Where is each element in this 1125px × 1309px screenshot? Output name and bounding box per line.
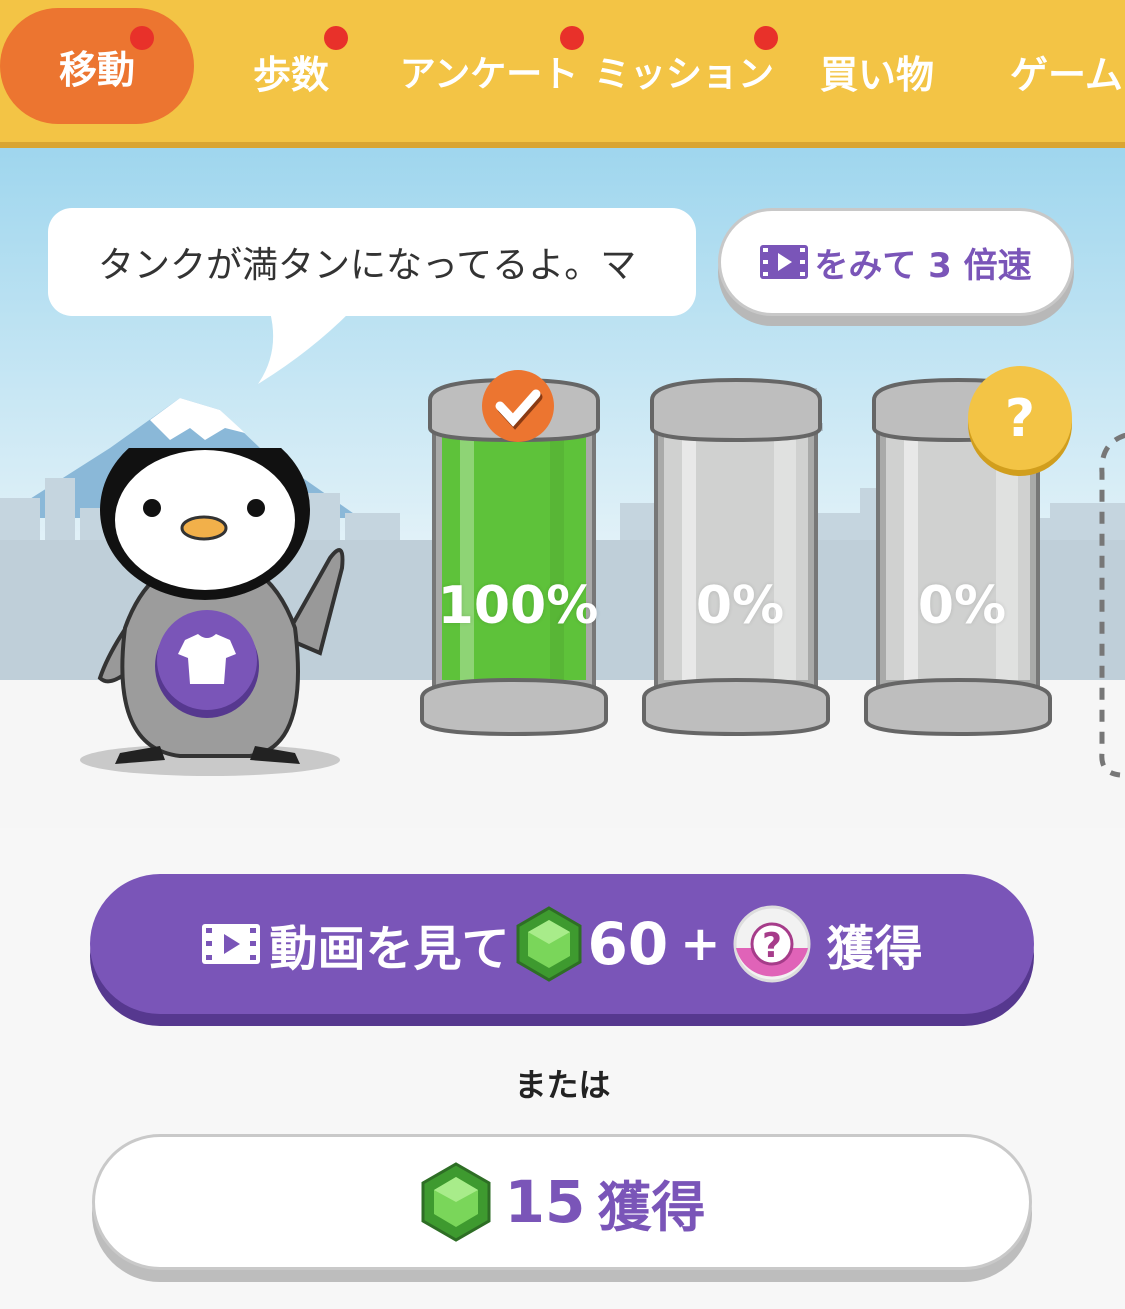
tab-label: アンケート bbox=[399, 54, 579, 95]
tab-label: 歩数 bbox=[252, 52, 329, 97]
svg-text:?: ? bbox=[763, 926, 783, 966]
next-tank-placeholder bbox=[1099, 433, 1125, 778]
mystery-capsule-icon: ? bbox=[733, 905, 811, 983]
gem-icon bbox=[421, 1162, 491, 1242]
speech-text: タンクが満タンになってるよ。マ bbox=[98, 245, 637, 286]
notification-dot bbox=[324, 26, 348, 50]
acquire-label: 獲得 bbox=[826, 921, 923, 977]
video-icon bbox=[760, 245, 809, 279]
notification-dot bbox=[560, 26, 584, 50]
tank-scene: タンクが満タンになってるよ。マ をみて 3 倍速 ? 100% 0% 0% bbox=[0, 148, 1125, 828]
tab-label: 移動 bbox=[58, 47, 135, 92]
penguin-mascot bbox=[80, 448, 345, 776]
svg-text:?: ? bbox=[1005, 389, 1035, 449]
or-text: または bbox=[514, 1066, 611, 1104]
tab-survey[interactable]: アンケート bbox=[396, 0, 584, 142]
question-icon[interactable]: ? bbox=[964, 362, 1080, 478]
tab-steps[interactable]: 歩数 bbox=[236, 0, 348, 142]
acquire-label: 獲得 bbox=[597, 1175, 706, 1239]
gem-amount: 60 bbox=[587, 910, 669, 978]
tab-game[interactable]: ゲーム bbox=[1010, 0, 1125, 142]
tank-2-percent: 0% bbox=[695, 576, 785, 636]
tab-move[interactable]: 移動 bbox=[0, 8, 194, 124]
video-icon bbox=[201, 924, 260, 964]
gem-amount: 15 bbox=[504, 1168, 586, 1236]
notification-dot bbox=[130, 26, 154, 50]
tab-shopping[interactable]: 買い物 bbox=[812, 0, 942, 142]
plus-sign: + bbox=[680, 916, 721, 972]
speech-bubble-tail bbox=[258, 312, 350, 384]
tab-label: 買い物 bbox=[819, 52, 934, 97]
claim-gem-button[interactable]: 15 獲得 bbox=[92, 1134, 1032, 1270]
tank-3-percent: 0% bbox=[917, 576, 1007, 636]
tab-label: ミッション bbox=[594, 54, 775, 95]
gem-icon bbox=[516, 906, 582, 982]
tank-1-percent: 100% bbox=[437, 576, 599, 636]
check-icon bbox=[482, 370, 554, 442]
speech-bubble: タンクが満タンになってるよ。マ bbox=[48, 208, 696, 316]
tab-bar: 移動 歩数 アンケート ミッション 買い物 ゲーム bbox=[0, 0, 1125, 148]
watch-video-label: 動画を見て bbox=[269, 921, 510, 977]
triple-speed-button[interactable]: をみて 3 倍速 bbox=[718, 208, 1074, 316]
triple-speed-label: をみて 3 倍速 bbox=[814, 245, 1032, 286]
tank-2 bbox=[642, 377, 830, 737]
tab-mission[interactable]: ミッション bbox=[594, 0, 778, 142]
tab-label: ゲーム bbox=[1010, 52, 1123, 97]
notification-dot bbox=[754, 26, 778, 50]
watch-video-reward-button[interactable]: 動画を見て 60 + ? 獲得 bbox=[90, 874, 1034, 1014]
